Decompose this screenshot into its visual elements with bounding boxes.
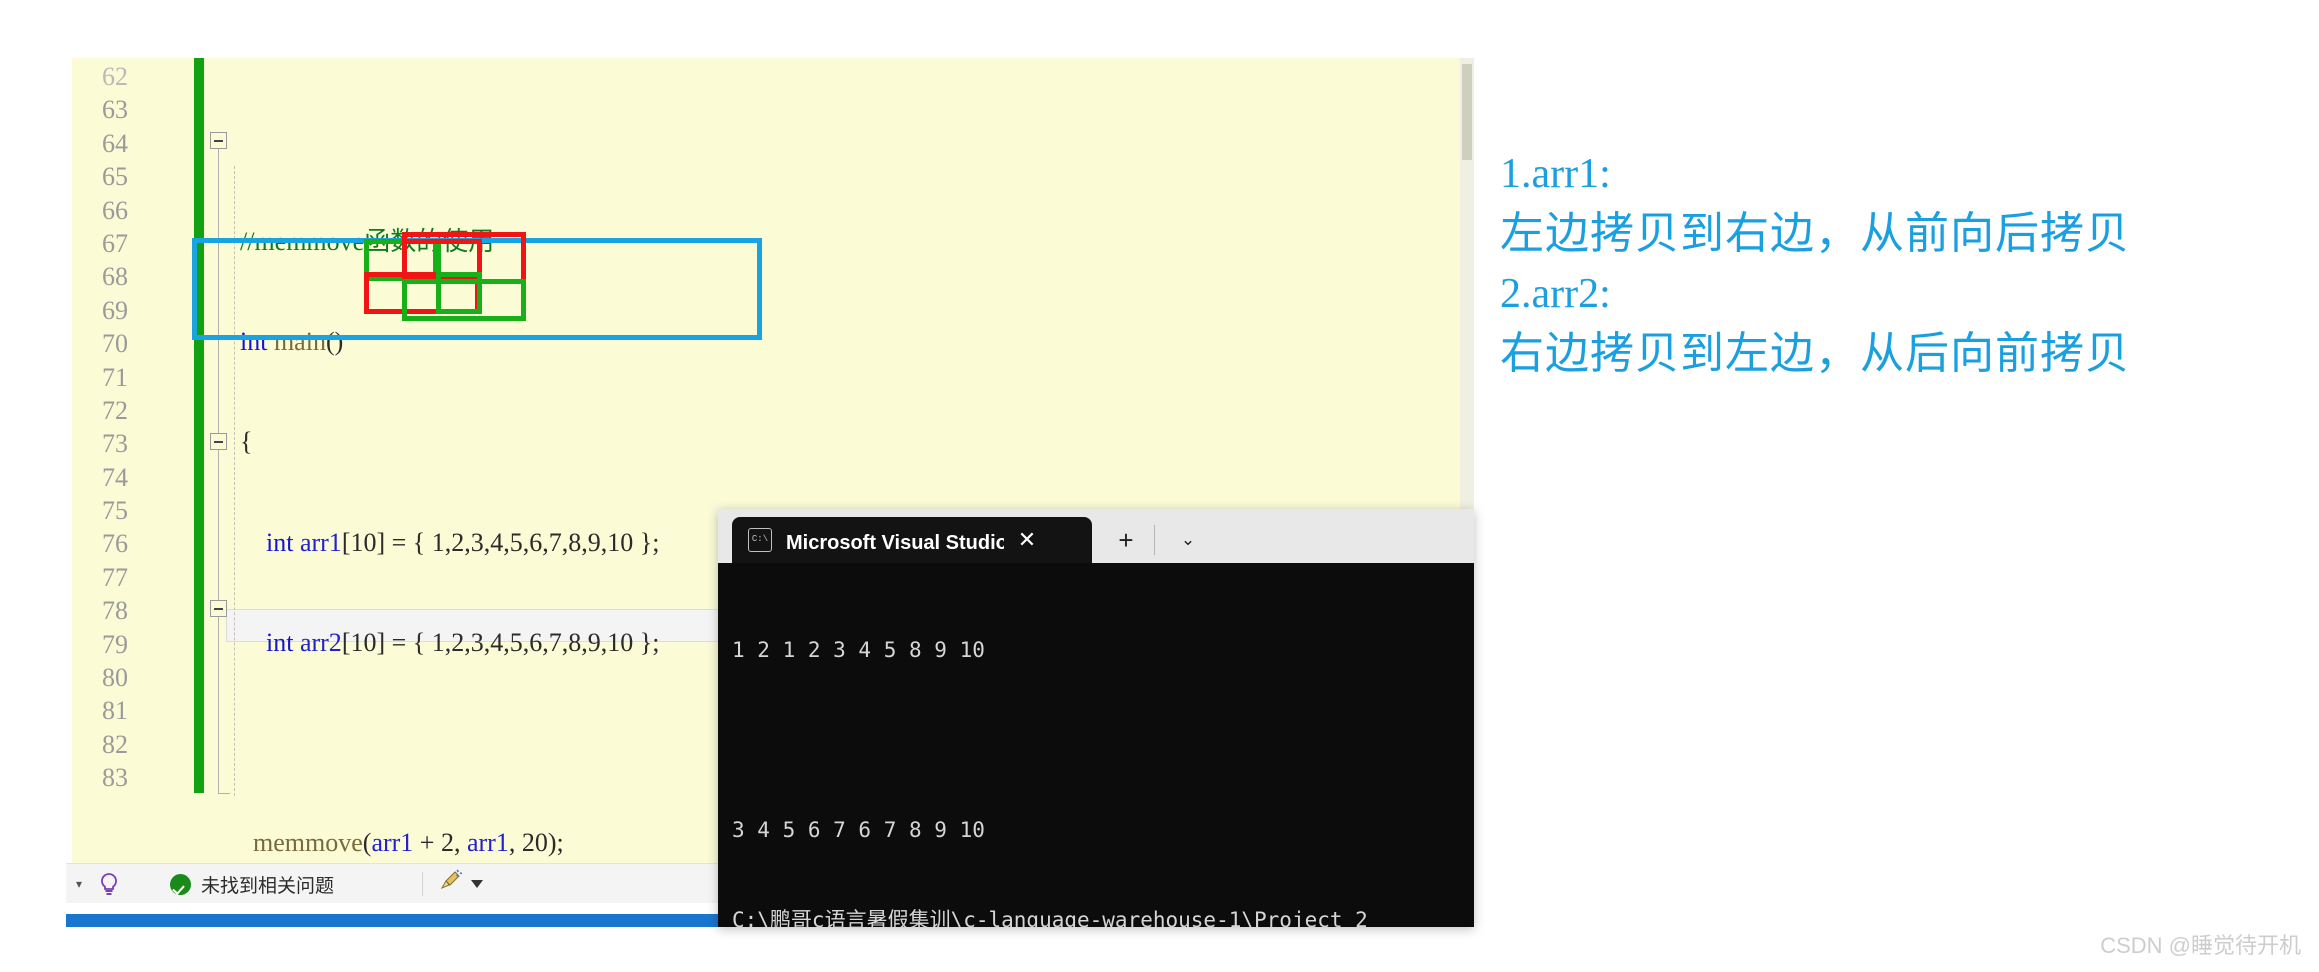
- fold-guide-end: [218, 793, 230, 794]
- indent-guide: [234, 166, 235, 796]
- new-tab-icon[interactable]: +: [1106, 523, 1146, 557]
- line-number: 63: [102, 95, 128, 125]
- line-number: 78: [102, 596, 128, 626]
- csdn-watermark: CSDN @睡觉待开机: [2100, 933, 2301, 958]
- console-line: 3 4 5 6 7 6 7 8 9 10: [732, 818, 985, 842]
- line-number: 74: [102, 462, 128, 492]
- code-comment: //memmove函数的使用: [240, 227, 495, 257]
- console-line: 1 2 1 2 3 4 5 8 9 10: [732, 638, 985, 662]
- line-number: 82: [102, 729, 128, 759]
- console-tab-title: Microsoft Visual Studio 调试控: [786, 531, 1004, 554]
- line-number: 69: [102, 295, 128, 325]
- code-line-64: int main(): [240, 327, 344, 357]
- note-2-heading: 2.arr2:: [1500, 271, 1611, 317]
- line-number: 81: [102, 696, 128, 726]
- fold-toggle-for2[interactable]: [210, 600, 227, 617]
- console-tab-active[interactable]: C:\ Microsoft Visual Studio 调试控 ✕: [732, 517, 1092, 563]
- line-number: 72: [102, 395, 128, 425]
- note-1-body: 左边拷贝到右边，从前向后拷贝: [1500, 209, 2130, 258]
- note-2-body: 右边拷贝到左边，从后向前拷贝: [1500, 329, 2130, 378]
- line-number: 75: [102, 496, 128, 526]
- fold-guide-main: [218, 149, 219, 793]
- line-number: 83: [102, 763, 128, 793]
- line-number: 76: [102, 529, 128, 559]
- success-check-icon: [170, 873, 191, 895]
- line-number: 64: [102, 128, 128, 158]
- line-number-gutter: 62 63 64 65 66 67 68 69 70 71 72 73 74 7…: [72, 58, 134, 863]
- line-number: 67: [102, 228, 128, 258]
- status-caret-icon[interactable]: ▾: [66, 877, 92, 891]
- line-number: 73: [102, 429, 128, 459]
- broom-dropdown-icon[interactable]: [471, 880, 484, 888]
- lightbulb-icon[interactable]: [96, 871, 122, 897]
- line-number: 62: [102, 62, 128, 91]
- status-divider: [422, 872, 424, 896]
- fold-toggle-main[interactable]: [210, 132, 227, 149]
- scrollbar-thumb[interactable]: [1462, 64, 1472, 160]
- code-line-63: //memmove函数的使用: [240, 225, 1474, 258]
- code-line-65: {: [240, 427, 253, 457]
- line-number: 71: [102, 362, 128, 392]
- cmd-prompt-icon: C:\: [748, 528, 772, 552]
- console-window: C:\ Microsoft Visual Studio 调试控 ✕ + ⌄ 1 …: [718, 509, 1474, 927]
- line-number: 77: [102, 562, 128, 592]
- code-folding-column[interactable]: [208, 58, 240, 863]
- note-1-heading: 1.arr1:: [1500, 151, 1611, 197]
- line-number: 68: [102, 262, 128, 292]
- line-number: 65: [102, 162, 128, 192]
- status-message: 未找到相关问题: [201, 875, 335, 897]
- fold-toggle-for1[interactable]: [210, 433, 227, 450]
- chevron-down-icon[interactable]: ⌄: [1168, 523, 1208, 557]
- line-number: 79: [102, 629, 128, 659]
- tab-strip-divider: [1154, 525, 1155, 555]
- line-number: 80: [102, 663, 128, 693]
- console-line: C:\鹏哥c语言暑假集训\c-language-warehouse-1\Proj…: [732, 908, 1368, 927]
- side-annotation-notes: 1.arr1: 左边拷贝到右边，从前向后拷贝 2.arr2: 右边拷贝到左边，从…: [1500, 145, 2280, 385]
- close-icon[interactable]: ✕: [1014, 529, 1040, 551]
- console-tab-strip: C:\ Microsoft Visual Studio 调试控 ✕ + ⌄: [718, 509, 1474, 563]
- broom-icon[interactable]: [437, 867, 465, 901]
- line-number: 70: [102, 329, 128, 359]
- console-output[interactable]: 1 2 1 2 3 4 5 8 9 10 3 4 5 6 7 6 7 8 9 1…: [718, 563, 1474, 927]
- line-number: 66: [102, 195, 128, 225]
- screenshot-root: 62 63 64 65 66 67 68 69 70 71 72 73 74 7…: [0, 0, 2319, 972]
- change-bar: [194, 58, 204, 793]
